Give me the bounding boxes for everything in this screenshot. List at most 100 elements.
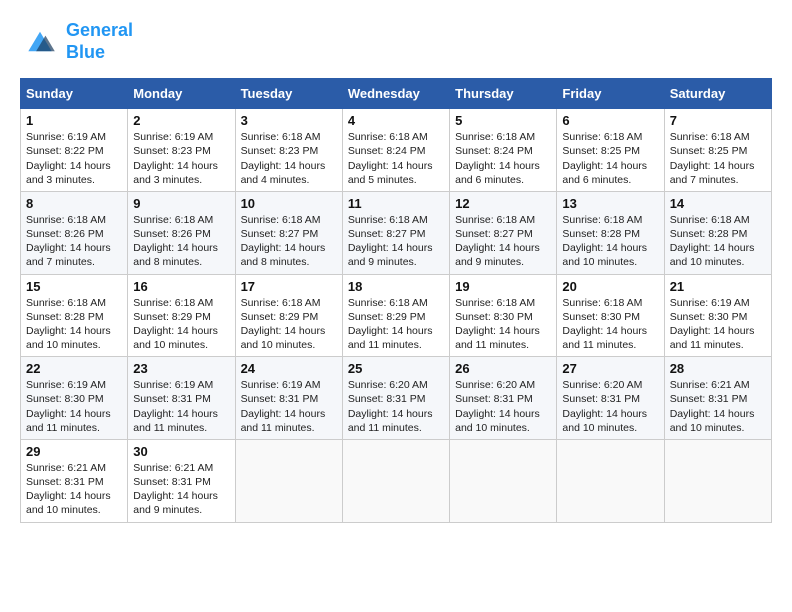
- calendar-week-row: 1Sunrise: 6:19 AMSunset: 8:22 PMDaylight…: [21, 109, 772, 192]
- cell-info: Sunrise: 6:18 AMSunset: 8:24 PMDaylight:…: [455, 130, 551, 187]
- cell-info: Sunrise: 6:19 AMSunset: 8:31 PMDaylight:…: [241, 378, 337, 435]
- cell-info: Sunrise: 6:18 AMSunset: 8:29 PMDaylight:…: [241, 296, 337, 353]
- cell-info: Sunrise: 6:20 AMSunset: 8:31 PMDaylight:…: [562, 378, 658, 435]
- calendar-cell: 1Sunrise: 6:19 AMSunset: 8:22 PMDaylight…: [21, 109, 128, 192]
- calendar-cell: 15 Sunrise: 6:18 AMSunset: 8:28 PMDayligh…: [21, 274, 128, 357]
- calendar-week-row: 22Sunrise: 6:19 AMSunset: 8:30 PMDayligh…: [21, 357, 772, 440]
- cell-info: Sunrise: 6:21 AMSunset: 8:31 PMDaylight:…: [26, 461, 122, 518]
- calendar-week-row: 8 Sunrise: 6:18 AMSunset: 8:26 PMDaylight…: [21, 191, 772, 274]
- calendar-cell: 24 Sunrise: 6:19 AMSunset: 8:31 PMDayligh…: [235, 357, 342, 440]
- cell-info: Sunrise: 6:21 AMSunset: 8:31 PMDaylight:…: [133, 461, 229, 518]
- cell-info: Sunrise: 6:18 AMSunset: 8:30 PMDaylight:…: [455, 296, 551, 353]
- calendar-cell: [450, 439, 557, 522]
- calendar-cell: 13Sunrise: 6:18 AMSunset: 8:28 PMDayligh…: [557, 191, 664, 274]
- cell-info: Sunrise: 6:18 AMSunset: 8:27 PMDaylight:…: [348, 213, 444, 270]
- cell-info: Sunrise: 6:18 AMSunset: 8:29 PMDaylight:…: [348, 296, 444, 353]
- calendar-header-row: SundayMondayTuesdayWednesdayThursdayFrid…: [21, 79, 772, 109]
- header-tuesday: Tuesday: [235, 79, 342, 109]
- calendar-cell: 27 Sunrise: 6:20 AMSunset: 8:31 PMDayligh…: [557, 357, 664, 440]
- cell-info: Sunrise: 6:21 AMSunset: 8:31 PMDaylight:…: [670, 378, 766, 435]
- header-thursday: Thursday: [450, 79, 557, 109]
- day-number: 24: [241, 361, 337, 376]
- calendar-cell: 20 Sunrise: 6:18 AMSunset: 8:30 PMDayligh…: [557, 274, 664, 357]
- day-number: 16: [133, 279, 229, 294]
- calendar-cell: 26 Sunrise: 6:20 AMSunset: 8:31 PMDayligh…: [450, 357, 557, 440]
- calendar-cell: [235, 439, 342, 522]
- calendar-week-row: 29 Sunrise: 6:21 AMSunset: 8:31 PMDayligh…: [21, 439, 772, 522]
- day-number: 7: [670, 113, 766, 128]
- day-number: 14: [670, 196, 766, 211]
- day-number: 3: [241, 113, 337, 128]
- cell-info: Sunrise: 6:18 AMSunset: 8:28 PMDaylight:…: [670, 213, 766, 270]
- calendar-cell: 28 Sunrise: 6:21 AMSunset: 8:31 PMDayligh…: [664, 357, 771, 440]
- header-saturday: Saturday: [664, 79, 771, 109]
- day-number: 20: [562, 279, 658, 294]
- calendar-cell: 29 Sunrise: 6:21 AMSunset: 8:31 PMDayligh…: [21, 439, 128, 522]
- day-number: 29: [26, 444, 122, 459]
- day-number: 10: [241, 196, 337, 211]
- cell-info: Sunrise: 6:18 AMSunset: 8:26 PMDaylight:…: [26, 213, 122, 270]
- cell-info: Sunrise: 6:19 AMSunset: 8:31 PMDaylight:…: [133, 378, 229, 435]
- day-number: 15: [26, 279, 122, 294]
- day-number: 6: [562, 113, 658, 128]
- cell-info: Sunrise: 6:20 AMSunset: 8:31 PMDaylight:…: [455, 378, 551, 435]
- day-number: 17: [241, 279, 337, 294]
- day-number: 4: [348, 113, 444, 128]
- day-number: 23: [133, 361, 229, 376]
- cell-info: Sunrise: 6:18 AMSunset: 8:29 PMDaylight:…: [133, 296, 229, 353]
- calendar-cell: 22Sunrise: 6:19 AMSunset: 8:30 PMDayligh…: [21, 357, 128, 440]
- day-number: 19: [455, 279, 551, 294]
- page-header: General Blue: [20, 20, 772, 63]
- calendar-cell: 2Sunrise: 6:19 AMSunset: 8:23 PMDaylight…: [128, 109, 235, 192]
- cell-info: Sunrise: 6:19 AMSunset: 8:30 PMDaylight:…: [670, 296, 766, 353]
- cell-info: Sunrise: 6:18 AMSunset: 8:28 PMDaylight:…: [26, 296, 122, 353]
- cell-info: Sunrise: 6:18 AMSunset: 8:27 PMDaylight:…: [455, 213, 551, 270]
- day-number: 28: [670, 361, 766, 376]
- cell-info: Sunrise: 6:20 AMSunset: 8:31 PMDaylight:…: [348, 378, 444, 435]
- day-number: 21: [670, 279, 766, 294]
- header-monday: Monday: [128, 79, 235, 109]
- calendar-cell: 11 Sunrise: 6:18 AMSunset: 8:27 PMDayligh…: [342, 191, 449, 274]
- calendar-cell: 17 Sunrise: 6:18 AMSunset: 8:29 PMDayligh…: [235, 274, 342, 357]
- day-number: 11: [348, 196, 444, 211]
- cell-info: Sunrise: 6:18 AMSunset: 8:27 PMDaylight:…: [241, 213, 337, 270]
- calendar-cell: 14 Sunrise: 6:18 AMSunset: 8:28 PMDayligh…: [664, 191, 771, 274]
- day-number: 8: [26, 196, 122, 211]
- calendar-cell: 30 Sunrise: 6:21 AMSunset: 8:31 PMDayligh…: [128, 439, 235, 522]
- logo-icon: [20, 24, 60, 59]
- calendar-cell: 25 Sunrise: 6:20 AMSunset: 8:31 PMDayligh…: [342, 357, 449, 440]
- calendar-cell: 21 Sunrise: 6:19 AMSunset: 8:30 PMDayligh…: [664, 274, 771, 357]
- cell-info: Sunrise: 6:18 AMSunset: 8:28 PMDaylight:…: [562, 213, 658, 270]
- day-number: 9: [133, 196, 229, 211]
- calendar-cell: 4 Sunrise: 6:18 AMSunset: 8:24 PMDaylight…: [342, 109, 449, 192]
- cell-info: Sunrise: 6:18 AMSunset: 8:30 PMDaylight:…: [562, 296, 658, 353]
- calendar-cell: 7 Sunrise: 6:18 AMSunset: 8:25 PMDaylight…: [664, 109, 771, 192]
- logo: General Blue: [20, 20, 133, 63]
- cell-info: Sunrise: 6:18 AMSunset: 8:25 PMDaylight:…: [562, 130, 658, 187]
- header-wednesday: Wednesday: [342, 79, 449, 109]
- cell-info: Sunrise: 6:18 AMSunset: 8:25 PMDaylight:…: [670, 130, 766, 187]
- calendar-week-row: 15 Sunrise: 6:18 AMSunset: 8:28 PMDayligh…: [21, 274, 772, 357]
- day-number: 26: [455, 361, 551, 376]
- calendar-cell: 5Sunrise: 6:18 AMSunset: 8:24 PMDaylight…: [450, 109, 557, 192]
- day-number: 25: [348, 361, 444, 376]
- calendar-cell: 6 Sunrise: 6:18 AMSunset: 8:25 PMDaylight…: [557, 109, 664, 192]
- calendar-cell: 10 Sunrise: 6:18 AMSunset: 8:27 PMDayligh…: [235, 191, 342, 274]
- day-number: 30: [133, 444, 229, 459]
- cell-info: Sunrise: 6:19 AMSunset: 8:23 PMDaylight:…: [133, 130, 229, 187]
- day-number: 1: [26, 113, 122, 128]
- calendar-cell: [342, 439, 449, 522]
- calendar-cell: [557, 439, 664, 522]
- day-number: 12: [455, 196, 551, 211]
- calendar-cell: 3 Sunrise: 6:18 AMSunset: 8:23 PMDaylight…: [235, 109, 342, 192]
- calendar-cell: 18Sunrise: 6:18 AMSunset: 8:29 PMDayligh…: [342, 274, 449, 357]
- cell-info: Sunrise: 6:18 AMSunset: 8:26 PMDaylight:…: [133, 213, 229, 270]
- calendar-cell: 19 Sunrise: 6:18 AMSunset: 8:30 PMDayligh…: [450, 274, 557, 357]
- day-number: 27: [562, 361, 658, 376]
- cell-info: Sunrise: 6:18 AMSunset: 8:24 PMDaylight:…: [348, 130, 444, 187]
- cell-info: Sunrise: 6:19 AMSunset: 8:30 PMDaylight:…: [26, 378, 122, 435]
- header-friday: Friday: [557, 79, 664, 109]
- calendar-cell: 9 Sunrise: 6:18 AMSunset: 8:26 PMDaylight…: [128, 191, 235, 274]
- calendar-cell: 23 Sunrise: 6:19 AMSunset: 8:31 PMDayligh…: [128, 357, 235, 440]
- cell-info: Sunrise: 6:18 AMSunset: 8:23 PMDaylight:…: [241, 130, 337, 187]
